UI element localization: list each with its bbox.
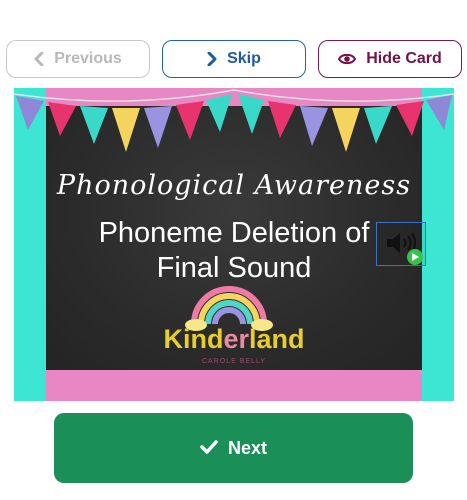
skip-button[interactable]: Skip [162, 40, 306, 78]
play-icon [407, 249, 423, 265]
script-title: Phonological Awareness [56, 170, 412, 201]
bunting-decoration [14, 89, 454, 152]
main-title-line-2: Final Sound [156, 252, 312, 284]
audio-play-button[interactable] [376, 222, 426, 266]
main-title-line-1: Phoneme Deletion of [98, 217, 370, 249]
chevron-right-icon [207, 52, 217, 66]
author-byline: CAROLE BELLY [201, 358, 266, 365]
hide-card-label: Hide Card [366, 50, 442, 67]
hide-card-button[interactable]: Hide Card [318, 40, 462, 78]
checkmark-icon [200, 438, 218, 459]
previous-button[interactable]: Previous [6, 40, 150, 78]
main-title: Phoneme Deletion of Final Sound [46, 216, 422, 286]
chevron-left-icon [34, 52, 44, 66]
flashcard-screen: Previous Skip Hide Card Phonological Awa… [0, 0, 467, 500]
skip-label: Skip [227, 50, 261, 67]
next-label: Next [227, 437, 267, 458]
previous-label: Previous [54, 50, 122, 67]
next-button[interactable]: Next [54, 413, 413, 483]
card-toolbar: Previous Skip Hide Card [0, 0, 467, 88]
brand-logo-text: Kinderland [163, 324, 305, 354]
eye-icon [338, 52, 357, 66]
flashcard-image: Phonological Awareness Phoneme Deletion … [14, 88, 454, 401]
